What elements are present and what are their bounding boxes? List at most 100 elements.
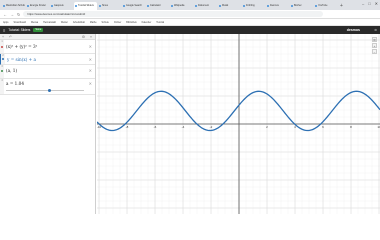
graph-title[interactable]: Tutorial: Sliders: [8, 28, 30, 32]
bookmark-item[interactable]: Mensa: [31, 21, 38, 24]
tab-favicon-icon: [147, 5, 149, 7]
window-controls[interactable]: – □ ✕: [362, 1, 378, 6]
tab-label: Musik: [222, 4, 229, 7]
bookmark-item[interactable]: Arbeitsblatt: [73, 21, 85, 24]
bookmark-item[interactable]: Heimatstadt: [43, 21, 56, 24]
expression-text[interactable]: (a, 1): [6, 68, 17, 73]
slider-expression-text[interactable]: a = 1.04: [6, 81, 24, 86]
browser-tab[interactable]: Bücher: [290, 2, 313, 10]
tab-label: Desmos: [270, 4, 279, 7]
tab-favicon-icon: [75, 5, 77, 7]
x-tick-label: 8: [350, 125, 352, 129]
browser-tab[interactable]: Gaspreis: [50, 2, 73, 10]
delete-icon[interactable]: ✕: [89, 57, 92, 62]
menu-icon[interactable]: ≡: [3, 28, 5, 33]
x-tick-label: -4: [182, 125, 185, 129]
browser-tab[interactable]: Frühling: [242, 2, 265, 10]
maximize-icon[interactable]: □: [368, 1, 370, 6]
browser-tab[interactable]: Tutorial Sliders: [74, 2, 97, 10]
slider-row[interactable]: 4 a = 1.04 ✕: [0, 79, 95, 95]
expression-row[interactable]: 2 y = sin(x) + a ✕: [0, 54, 95, 65]
minimize-icon[interactable]: –: [362, 1, 364, 6]
bookmark-item[interactable]: Tutorial: [156, 21, 164, 24]
x-tick-label: -6: [154, 125, 157, 129]
tab-favicon-icon: [99, 5, 101, 7]
browser-tab[interactable]: Musik: [218, 2, 241, 10]
app-header: ≡ Tutorial: Sliders Save desmos ⚙: [0, 26, 380, 34]
tab-favicon-icon: [243, 5, 245, 7]
zoom-in-icon[interactable]: +: [372, 43, 377, 48]
browser-tab[interactable]: Sinus: [98, 2, 121, 10]
tab-label: Energie Kinder: [30, 4, 46, 7]
expression-row[interactable]: 1 (x)² + (y)² = 3² ✕: [0, 40, 95, 54]
tab-favicon-icon: [3, 5, 5, 7]
expression-index: 4: [0, 79, 4, 94]
x-tick-label: 2: [266, 125, 268, 129]
bookmark-item[interactable]: Wetter: [61, 21, 68, 24]
sine-curve: [97, 90, 380, 132]
tab-label: Wikipedia: [174, 4, 185, 7]
graph-tools: ⚙ + −: [372, 37, 377, 54]
graph-paper[interactable]: -10-8-6-4-224681012 ⚙ + −: [97, 34, 380, 214]
tab-favicon-icon: [267, 5, 269, 7]
tab-favicon-icon: [27, 5, 29, 7]
graph-canvas[interactable]: -10-8-6-4-224681012: [97, 34, 380, 214]
expression-list: + ↶ ⚙ « 1 (x)² + (y)² = 3² ✕ 2 y = sin(x…: [0, 34, 96, 214]
browser-tab[interactable]: YouTube: [314, 2, 337, 10]
browser-tab[interactable]: Google Search: [122, 2, 145, 10]
new-tab-icon[interactable]: +: [340, 2, 343, 10]
tab-label: Tutorial Sliders: [78, 4, 94, 7]
bookmarks-bar: Apps Smartboard Mensa Heimatstadt Wetter Arbe…: [0, 19, 380, 26]
x-tick-label: 6: [322, 125, 324, 129]
close-window-icon[interactable]: ✕: [375, 1, 378, 6]
tab-favicon-icon: [51, 5, 53, 7]
bookmark-item[interactable]: Smartboard: [13, 21, 26, 24]
expression-text[interactable]: (x)² + (y)² = 3²: [6, 44, 37, 49]
tab-favicon-icon: [123, 5, 125, 7]
tab-favicon-icon: [315, 5, 317, 7]
desmos-logo: desmos: [346, 28, 360, 32]
delete-icon[interactable]: ✕: [89, 68, 92, 73]
browser-tab[interactable]: Energie Kinder: [26, 2, 49, 10]
tab-label: Google Search: [126, 4, 142, 7]
bookmark-item[interactable]: Apps: [3, 21, 8, 24]
slider-track[interactable]: [6, 89, 84, 92]
forward-icon[interactable]: →: [10, 12, 14, 17]
delete-icon[interactable]: ✕: [89, 81, 92, 86]
browser-tab[interactable]: Desmos: [266, 2, 289, 10]
back-icon[interactable]: ←: [3, 12, 7, 17]
slider-handle[interactable]: [47, 89, 51, 92]
url-field[interactable]: https://www.desmos.com/calculator/xrxxxs…: [23, 11, 324, 17]
browser-tab[interactable]: Dokument: [194, 2, 217, 10]
tab-label: Bücher: [294, 4, 302, 7]
browser-tab-strip: Maximilian Schubert Energie Kinder Gasprei…: [0, 0, 380, 10]
expression-text[interactable]: y = sin(x) + a: [7, 57, 36, 62]
browser-tab[interactable]: Maximilian Schubert: [2, 2, 25, 10]
wrench-icon[interactable]: ⚙: [372, 37, 377, 42]
browser-tab[interactable]: Wikipedia: [170, 2, 193, 10]
tab-favicon-icon: [171, 5, 173, 7]
delete-icon[interactable]: ✕: [89, 44, 92, 49]
reload-icon[interactable]: ↻: [17, 12, 20, 17]
bookmark-item[interactable]: Ordner: [114, 21, 121, 24]
tab-favicon-icon: [291, 5, 293, 7]
tab-label: Dokument: [198, 4, 209, 7]
x-tick-label: -8: [126, 125, 129, 129]
browser-tab[interactable]: Calculator: [146, 2, 169, 10]
save-button[interactable]: Save: [33, 28, 44, 32]
zoom-out-icon[interactable]: −: [372, 49, 377, 54]
bookmark-item[interactable]: Mathe: [90, 21, 97, 24]
tab-label: Gaspreis: [54, 4, 64, 7]
tab-favicon-icon: [219, 5, 221, 7]
bookmark-item[interactable]: Schule: [102, 21, 109, 24]
tab-label: Sinus: [102, 4, 108, 7]
address-bar-row: ← → ↻ https://www.desmos.com/calculator/…: [0, 10, 380, 19]
tab-label: Frühling: [246, 4, 255, 7]
x-tick-label: -2: [210, 125, 213, 129]
bookmark-item[interactable]: Kalender: [142, 21, 152, 24]
settings-icon[interactable]: ⚙: [374, 28, 377, 32]
tab-label: Calculator: [150, 4, 161, 7]
expression-row[interactable]: 3 (a, 1) ✕: [0, 65, 95, 79]
bookmark-item[interactable]: Bibliothek: [126, 21, 136, 24]
tab-label: Maximilian Schubert: [6, 4, 25, 7]
